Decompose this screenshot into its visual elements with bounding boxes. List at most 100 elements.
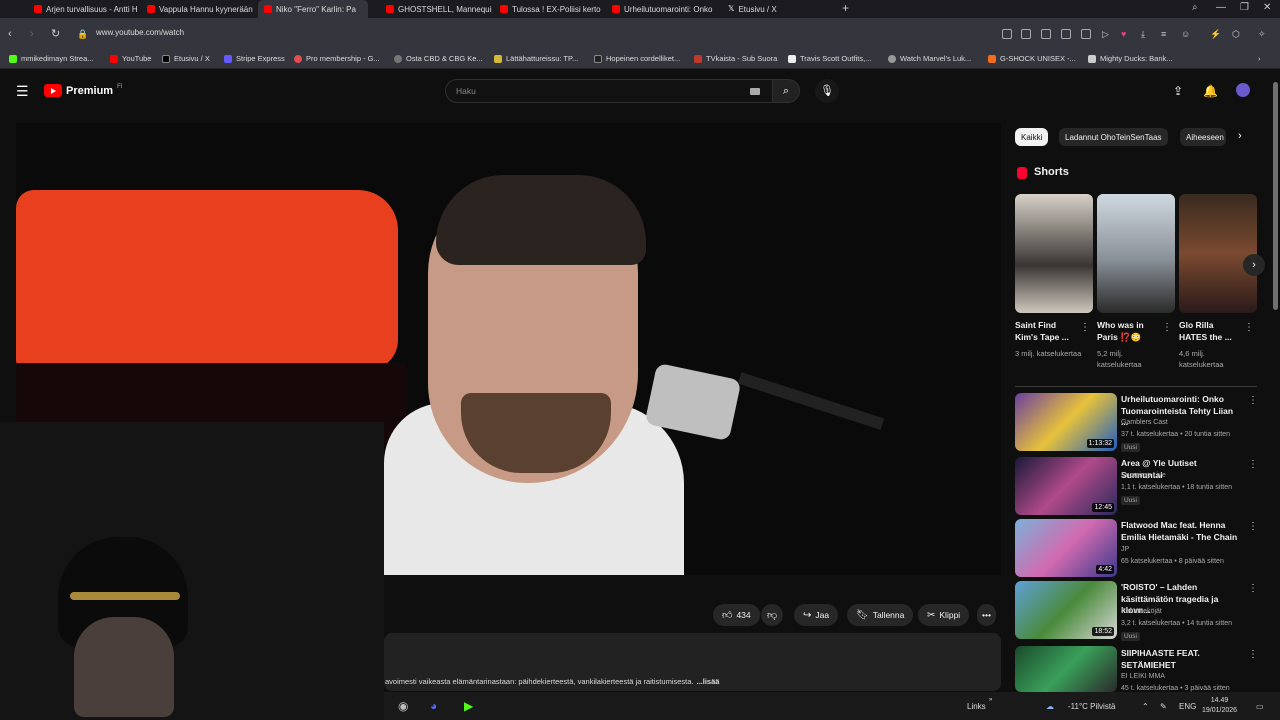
more-actions-button[interactable]: ••• — [977, 604, 996, 626]
bookmark-item[interactable]: Pro membership - G... — [294, 54, 380, 63]
keyboard-icon[interactable] — [750, 88, 760, 95]
dislike-button[interactable]: 👎︎ — [761, 604, 784, 626]
more-vert-icon[interactable]: ⋮ — [1248, 521, 1258, 532]
bookmark-item[interactable]: YouTube — [110, 54, 151, 63]
channel-name[interactable]: JP — [1121, 546, 1129, 553]
channel-name[interactable]: Pahanteköjät — [1121, 608, 1162, 615]
show-more-link[interactable]: ...lisää — [697, 677, 720, 686]
play-icon[interactable]: ▷ — [1102, 27, 1109, 41]
chip-all[interactable]: Kaikki — [1015, 128, 1049, 146]
more-vert-icon[interactable]: ⋮ — [1080, 322, 1090, 333]
language-indicator[interactable]: ENG — [1179, 702, 1196, 711]
minimize-icon[interactable]: — — [1216, 2, 1226, 14]
close-icon[interactable]: ✕ — [1263, 2, 1271, 14]
short-title[interactable]: Saint Find Kim's Tape ... — [1015, 319, 1077, 343]
short-thumbnail[interactable] — [1015, 194, 1093, 313]
menu-icon[interactable]: ≡ — [1161, 27, 1166, 41]
short-title[interactable]: Glo Rilla HATES the ... — [1179, 319, 1241, 343]
notifications-bell-icon[interactable]: 🔔 — [1203, 84, 1218, 98]
forward-icon[interactable]: › — [30, 27, 34, 41]
extension-icon[interactable] — [1002, 29, 1012, 39]
browser-tab[interactable]: Urheilutuomarointi: Onko — [606, 0, 718, 18]
chevron-right-icon[interactable]: › — [1238, 130, 1242, 142]
discord-icon[interactable]: ◕ — [430, 699, 437, 713]
more-vert-icon[interactable]: ⋮ — [1248, 583, 1258, 594]
more-vert-icon[interactable]: ⋮ — [1244, 322, 1254, 333]
maximize-icon[interactable]: ❐ — [1240, 2, 1249, 14]
ai-icon[interactable]: ⚡ — [1210, 27, 1221, 41]
share-button[interactable]: ↪ Jaa — [794, 604, 839, 626]
shorts-next-button[interactable]: › — [1243, 254, 1265, 276]
links-toolbar[interactable]: Links — [967, 702, 986, 711]
voice-search-icon[interactable]: 🎙 — [815, 79, 839, 103]
extensions-icon[interactable]: ⬡ — [1232, 27, 1240, 41]
new-tab-button[interactable]: + — [842, 1, 849, 15]
chevron-icon[interactable]: » — [989, 697, 992, 703]
browser-tab-active[interactable]: Niko "Ferro" Karlin: Pa — [258, 0, 368, 18]
youtube-premium-logo[interactable]: Premium FI — [44, 84, 122, 97]
reload-icon[interactable]: ↻ — [51, 27, 60, 41]
bookmark-item[interactable]: Mighty Ducks: Bank... — [1088, 54, 1173, 63]
channel-name[interactable]: EI LEIKI MMA — [1121, 673, 1165, 680]
bookmark-item[interactable]: G-SHOCK UNISEX -... — [988, 54, 1076, 63]
more-vert-icon[interactable]: ⋮ — [1248, 649, 1258, 660]
more-vert-icon[interactable]: ⋮ — [1248, 395, 1258, 406]
bookmark-item[interactable]: Lättähattureissu: TP... — [494, 54, 578, 63]
browser-tab[interactable]: Vappula Hannu kyynerään — [141, 0, 255, 18]
chip-related[interactable]: Aiheeseen — [1180, 128, 1226, 146]
clip-button[interactable]: ✂ Klippi — [918, 604, 970, 626]
url-field[interactable]: www.youtube.com/watch — [96, 28, 184, 37]
channel-name[interactable]: Gamblers Cast — [1121, 419, 1168, 426]
scrollbar[interactable] — [1273, 82, 1278, 310]
upload-icon[interactable]: ⇪ — [1173, 84, 1183, 98]
video-title[interactable]: SIIPIHAASTE FEAT. SETÄMIEHET — [1121, 648, 1239, 671]
extension-icon[interactable] — [1021, 29, 1031, 39]
more-vert-icon[interactable]: ⋮ — [1162, 322, 1172, 333]
heart-icon[interactable]: ♥ — [1121, 27, 1126, 41]
bookmark-item[interactable]: TVkaista - Sub Suora — [694, 54, 777, 63]
back-icon[interactable]: ‹ — [8, 27, 12, 41]
tray-chevron-icon[interactable]: ⌃ — [1142, 702, 1149, 711]
extension-icon[interactable] — [1041, 29, 1051, 39]
short-thumbnail[interactable] — [1097, 194, 1175, 313]
extension-icon[interactable] — [1061, 29, 1071, 39]
avatar[interactable] — [1236, 83, 1250, 97]
bookmark-item[interactable]: mmikedimayn Strea... — [9, 54, 94, 63]
app-icon[interactable]: ◉ — [398, 699, 408, 713]
bookmark-item[interactable]: Osta CBD & CBG Ke... — [394, 54, 483, 63]
bookmark-item[interactable]: Travis Scott Outfits,... — [788, 54, 871, 63]
channel-name[interactable]: Suomirap Live — [1121, 472, 1166, 479]
kick-icon[interactable]: ▶ — [464, 699, 473, 713]
save-button[interactable]: 🔖︎ Tallenna — [847, 604, 914, 626]
bookmark-item[interactable]: Stripe Express — [224, 54, 285, 63]
like-button[interactable]: 👍︎ 434 — [713, 604, 760, 626]
browser-tab[interactable]: 𝕏 Etusivu / X — [722, 0, 834, 18]
hamburger-menu-icon[interactable]: ☰ — [16, 83, 29, 100]
video-thumbnail[interactable] — [1015, 646, 1117, 692]
video-title[interactable]: Flatwood Mac feat. Henna Emilia Hietamäk… — [1121, 520, 1239, 543]
pen-icon[interactable]: ✎ — [1160, 702, 1167, 711]
clock[interactable]: 14.49 19/01/2026 — [1202, 696, 1237, 716]
search-input[interactable]: Haku — [445, 79, 773, 103]
browser-tab[interactable]: Tulossa ! EX-Poliisi kerto — [494, 0, 606, 18]
search-button[interactable]: ⌕ — [772, 79, 800, 103]
notification-center-icon[interactable]: ▭ — [1256, 702, 1264, 711]
bookmarks-overflow-icon[interactable]: › — [1258, 54, 1261, 63]
browser-tab[interactable]: GHOSTSHELL, Mannequin — [380, 0, 492, 18]
bookmark-item[interactable]: Watch Marvel's Luk... — [888, 54, 971, 63]
assistant-icon[interactable]: ✧ — [1258, 27, 1266, 41]
video-thumbnail[interactable]: 1:13:32 — [1015, 393, 1117, 451]
video-thumbnail[interactable]: 18:52 — [1015, 581, 1117, 639]
bookmark-item[interactable]: Etusivu / X — [162, 54, 210, 63]
profile-icon[interactable]: ☺ — [1181, 27, 1190, 41]
short-thumbnail[interactable] — [1179, 194, 1257, 313]
chip-uploader[interactable]: Ladannut OhoTeinSenTaas — [1059, 128, 1168, 146]
short-title[interactable]: Who was in Paris ⁉️😳 — [1097, 319, 1159, 343]
browser-tab[interactable]: Arjen turvallisuus - Antti H — [28, 0, 140, 18]
extension-icon[interactable] — [1081, 29, 1091, 39]
video-thumbnail[interactable]: 4:42 — [1015, 519, 1117, 577]
bookmark-item[interactable]: Hopeinen cordelliket... — [594, 54, 680, 63]
search-tabs-icon[interactable]: ⌕ — [1192, 2, 1198, 14]
download-icon[interactable]: ⤓ — [1141, 27, 1145, 41]
video-thumbnail[interactable]: 12:45 — [1015, 457, 1117, 515]
